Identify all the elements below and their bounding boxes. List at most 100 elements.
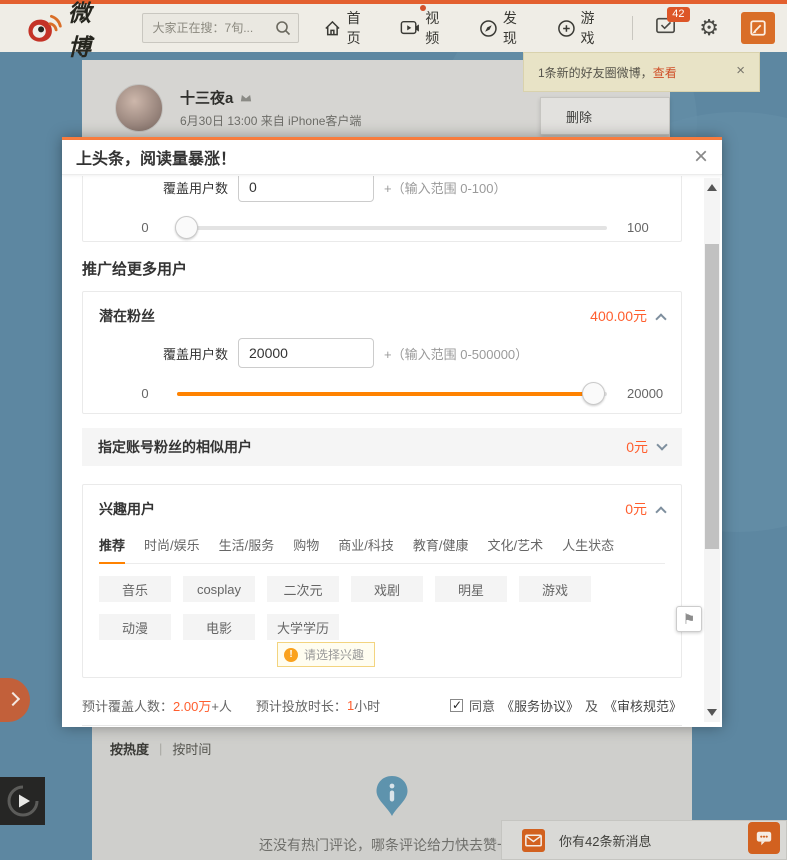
fans-slider-row: 0 20000 — [99, 381, 665, 405]
new-messages-bar[interactable]: 你有42条新消息 — [501, 820, 787, 860]
promotion-modal: 上头条，阅读量暴涨！ 覆盖用户数 +（输入范围 0-100） 0 100 — [62, 137, 722, 727]
coverage-slider[interactable] — [175, 215, 607, 239]
payment-row: 微博钱包(支持支付宝） 广告账户 400.00 元 去支付 — [82, 726, 682, 727]
weibo-eye-icon — [28, 14, 62, 42]
toast-view-link[interactable]: 查看 — [653, 64, 677, 81]
toast-close-icon[interactable] — [736, 62, 745, 79]
tag-cosplay[interactable]: cosplay — [183, 576, 255, 602]
panel-title: 潜在粉丝 — [99, 308, 155, 324]
and-text: 及 — [584, 699, 598, 714]
interest-users-panel: 兴趣用户 0元 推荐 时尚/娱乐 生活/服务 购物 商业/科技 教育/健康 文化… — [82, 484, 682, 678]
range-hint: +（输入范围 0-500000） — [384, 346, 529, 362]
nav-label: 视频 — [425, 10, 440, 46]
modal-close-icon[interactable] — [694, 147, 708, 168]
nav-item-home[interactable]: 首页 — [323, 8, 375, 48]
search-icon[interactable] — [275, 20, 291, 36]
tag-celebrity[interactable]: 明星 — [435, 576, 507, 602]
messages-button[interactable]: 42 — [655, 6, 690, 41]
duration-suffix: 小时 — [354, 699, 381, 714]
weibo-logo[interactable]: 微博 — [26, 0, 116, 62]
similar-users-bar[interactable]: 指定账号粉丝的相似用户 0元 — [82, 428, 682, 466]
fans-slider[interactable] — [177, 381, 607, 405]
info-pin-icon — [376, 776, 408, 816]
select-interest-tooltip: 请选择兴趣 — [277, 642, 376, 667]
sort-by-hot-tab[interactable]: 按热度 — [110, 739, 149, 758]
slider-max-label: 20000 — [627, 386, 664, 401]
nav-item-discover[interactable]: 发现 — [479, 8, 531, 48]
coverage-label: 覆盖用户数 — [163, 180, 229, 196]
potential-fans-panel: 潜在粉丝 400.00元 覆盖用户数 +（输入范围 0-500000） 0 20… — [82, 291, 682, 414]
review-rules-link[interactable]: 《审核规范》 — [604, 696, 682, 715]
tag-anime[interactable]: 动漫 — [99, 614, 171, 640]
comment-sort-row: 按热度 | 按时间 — [110, 739, 211, 758]
game-icon — [557, 19, 575, 37]
coverage-value: 2.00万 — [173, 699, 212, 714]
agree-text: 同意 — [468, 699, 495, 714]
fans-coverage-input[interactable] — [238, 338, 375, 368]
modal-scrollbar[interactable] — [704, 178, 720, 722]
tab-shopping[interactable]: 购物 — [293, 529, 319, 563]
range-hint: +（输入范围 0-100） — [384, 180, 507, 196]
tab-recommended[interactable]: 推荐 — [99, 529, 126, 564]
nav-items: 首页 视频 发现 游戏 — [323, 5, 609, 48]
basic-exposure-panel: 覆盖用户数 +（输入范围 0-100） 0 100 — [82, 176, 682, 242]
scroll-thumb[interactable] — [705, 244, 719, 549]
gear-icon[interactable] — [699, 17, 719, 40]
expand-down-icon[interactable] — [656, 439, 668, 451]
searchbox — [141, 13, 299, 43]
chat-bubble-icon — [756, 831, 772, 846]
message-count-badge: 42 — [667, 6, 690, 22]
agree-checkbox[interactable] — [449, 698, 463, 712]
logo-text: 微博 — [67, 0, 92, 60]
avatar[interactable] — [115, 84, 163, 132]
tab-life-status[interactable]: 人生状态 — [562, 529, 614, 563]
tag-games[interactable]: 游戏 — [519, 576, 591, 602]
tab-business-tech[interactable]: 商业/科技 — [338, 529, 394, 563]
delete-menu-item[interactable]: 删除 — [541, 107, 592, 126]
compose-icon — [750, 20, 766, 36]
coverage-input[interactable] — [238, 176, 375, 202]
potential-fans-header[interactable]: 潜在粉丝 400.00元 — [99, 304, 667, 328]
bookmark-tool-button[interactable] — [676, 606, 702, 632]
summary-row: 预计覆盖人数：2.00万+人 预计投放时长：1小时 同意《服务协议》及《审核规范… — [82, 688, 682, 726]
slider-handle[interactable] — [582, 381, 605, 405]
coverage-suffix: +人 — [211, 699, 232, 714]
tag-music[interactable]: 音乐 — [99, 576, 171, 602]
collapse-up-icon[interactable] — [655, 506, 667, 518]
sort-by-time-tab[interactable]: 按时间 — [172, 739, 211, 758]
tab-fashion-entertainment[interactable]: 时尚/娱乐 — [144, 529, 200, 563]
scroll-down-arrow[interactable] — [707, 709, 717, 716]
tag-2d[interactable]: 二次元 — [267, 576, 339, 602]
interest-tabs: 推荐 时尚/娱乐 生活/服务 购物 商业/科技 教育/健康 文化/艺术 人生状态 — [99, 529, 665, 564]
duration-value: 1 — [346, 698, 355, 713]
tooltip-text: 请选择兴趣 — [304, 648, 365, 662]
post-username[interactable]: 十三夜a — [180, 87, 253, 108]
collapse-up-icon[interactable] — [655, 313, 667, 325]
tag-college-degree[interactable]: 大学学历 — [267, 614, 340, 640]
post-action-dropdown: 删除 — [540, 97, 670, 135]
tag-movies[interactable]: 电影 — [183, 614, 255, 640]
sort-separator: | — [159, 741, 163, 756]
panel-price: 400.00元 — [590, 308, 647, 324]
compose-button[interactable] — [741, 12, 775, 44]
music-player-button[interactable] — [0, 777, 45, 825]
interest-users-header[interactable]: 兴趣用户 0元 — [99, 497, 667, 521]
username-text: 十三夜a — [180, 90, 234, 107]
notification-toast: 1条新的好友圈微博， 查看 — [523, 52, 760, 92]
service-agreement-link[interactable]: 《服务协议》 — [501, 696, 579, 715]
alert-icon — [284, 647, 298, 662]
scroll-up-arrow[interactable] — [707, 184, 717, 191]
coverage-label: 预计覆盖人数： — [82, 699, 174, 714]
play-icon — [7, 785, 38, 817]
tab-education-health[interactable]: 教育/健康 — [413, 529, 469, 563]
nav-label: 游戏 — [580, 10, 595, 46]
video-icon — [401, 20, 420, 35]
tab-culture-art[interactable]: 文化/艺术 — [488, 529, 544, 563]
nav-item-games[interactable]: 游戏 — [557, 8, 609, 48]
nav-item-video[interactable]: 视频 — [400, 5, 453, 48]
chat-widget-button[interactable] — [748, 822, 780, 854]
slider-handle[interactable] — [175, 215, 198, 239]
tab-life-services[interactable]: 生活/服务 — [219, 529, 275, 563]
tag-drama[interactable]: 戏剧 — [351, 576, 423, 602]
new-messages-text: 你有42条新消息 — [559, 833, 652, 849]
